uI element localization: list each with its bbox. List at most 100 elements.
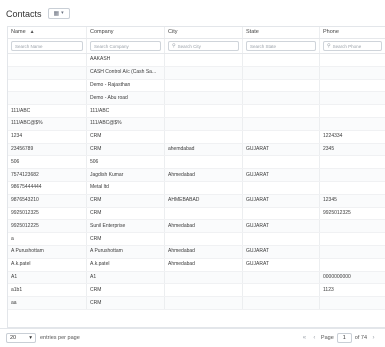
table-row[interactable]: a CRM	[8, 233, 385, 246]
table-cell	[8, 79, 87, 92]
table-cell: 111/ABC@$%	[87, 117, 165, 130]
search-name-input[interactable]: Search Name	[11, 41, 83, 51]
table-cell: CRM	[87, 143, 165, 156]
table-cell	[243, 79, 320, 92]
table-cell: aa	[8, 297, 87, 309]
table-row[interactable]: 111/ABC 111/ABC	[8, 105, 385, 118]
table-row[interactable]: Demo - Abu road	[8, 92, 385, 106]
previous-page-button[interactable]: ‹	[311, 333, 318, 343]
page-label: Page	[320, 335, 334, 341]
table-cell: A.k.patel	[8, 258, 87, 271]
table-cell: GUJARAT	[243, 169, 320, 181]
page-number-input[interactable]: 1	[336, 333, 352, 343]
table-cell	[165, 233, 243, 245]
table-cell: 2345	[320, 144, 385, 156]
table-cell	[320, 220, 385, 232]
table-row[interactable]: 7574123682 Jagdish Kumar Ahmedabad GUJARAT	[8, 169, 385, 182]
table-cell: CRM	[87, 297, 165, 309]
table-cell	[320, 259, 385, 271]
column-header-state[interactable]: State	[243, 27, 320, 38]
table-row[interactable]: aa CRM	[8, 297, 385, 310]
column-header-city[interactable]: City	[165, 27, 243, 38]
table-cell: 23456789	[8, 143, 87, 156]
table-cell	[165, 105, 243, 117]
column-header-name[interactable]: Name ▲	[8, 27, 87, 38]
search-icon: ⚲	[327, 42, 331, 49]
table-header-row: Name ▲ Company City State Phone	[8, 27, 385, 39]
table-row[interactable]: 23456789 CRM ahemdabad GUJARAT 2345	[8, 143, 385, 157]
table-cell: GUJARAT	[243, 143, 320, 156]
header: Contacts ▦ ▾	[6, 8, 70, 19]
table-row[interactable]: CASH Control A/c (Cash Sa...	[8, 66, 385, 80]
page-title: Contacts	[6, 8, 42, 19]
table-row[interactable]: 9876543210 CRM AHMEBABAD GUJARAT 12345	[8, 194, 385, 208]
search-phone-input[interactable]: ⚲ Search Phone	[323, 41, 382, 51]
table-cell	[320, 156, 385, 168]
first-page-button[interactable]: «	[301, 333, 308, 343]
search-company-input[interactable]: Search Company	[90, 41, 161, 51]
table-cell: A Purushottam	[87, 245, 165, 258]
table-row[interactable]: AAKASH	[8, 54, 385, 67]
table-cell	[320, 246, 385, 258]
table-row[interactable]: A.k.patel A.k.patel Ahmedabad GUJARAT	[8, 258, 385, 272]
table-body: AAKASH CASH Control A/c (Cash Sa... Demo -…	[8, 54, 385, 310]
table-cell	[165, 66, 243, 79]
table-cell	[8, 92, 87, 105]
table-cell: 9876543210	[8, 194, 87, 207]
column-header-company[interactable]: Company	[87, 27, 165, 38]
table-cell: 1224334	[320, 131, 385, 143]
table-cell	[243, 117, 320, 130]
table-cell	[243, 66, 320, 79]
table-cell	[320, 118, 385, 130]
table-cell: 1234	[8, 130, 87, 143]
filter-row: Search Name Search Company ⚲ Search City …	[8, 39, 385, 54]
table-cell	[320, 233, 385, 245]
table-cell	[165, 207, 243, 220]
contacts-table: Name ▲ Company City State Phone Search N…	[7, 26, 385, 328]
table-row[interactable]: 111/ABC@$% 111/ABC@$%	[8, 117, 385, 131]
search-city-input[interactable]: ⚲ Search City	[168, 41, 239, 51]
table-cell: GUJARAT	[243, 258, 320, 271]
table-cell	[8, 54, 87, 66]
table-cell	[8, 66, 87, 79]
table-cell	[320, 67, 385, 79]
table-cell	[165, 130, 243, 143]
table-row[interactable]: 9925012325 CRM 9925012325	[8, 207, 385, 221]
view-toggle-button[interactable]: ▦ ▾	[47, 8, 70, 19]
table-cell	[243, 156, 320, 169]
table-cell: CRM	[87, 194, 165, 207]
table-cell	[243, 284, 320, 297]
table-cell	[243, 181, 320, 194]
search-icon: ⚲	[172, 42, 176, 49]
table-cell: ahemdabad	[165, 143, 243, 156]
table-row[interactable]: 1234 CRM 1224334	[8, 130, 385, 144]
table-cell: Metal ltd	[87, 181, 165, 194]
table-cell	[243, 207, 320, 220]
table-cell: Sunil Enterprise	[87, 220, 165, 233]
table-row[interactable]: a1b1 CRM 1123	[8, 284, 385, 298]
table-cell	[165, 79, 243, 92]
table-cell: Ahmedabad	[165, 169, 243, 181]
table-row[interactable]: 98675444444 Metal ltd	[8, 181, 385, 195]
table-cell	[243, 105, 320, 117]
page-total-label: of 74	[354, 335, 367, 341]
table-cell	[320, 169, 385, 181]
table-cell: 9925012325	[8, 207, 87, 220]
next-page-button[interactable]: ›	[370, 333, 377, 343]
sort-ascending-icon[interactable]: ▲	[30, 30, 35, 35]
table-cell: Ahmedabad	[165, 245, 243, 258]
column-header-phone[interactable]: Phone	[320, 27, 385, 38]
table-cell: A.k.patel	[87, 258, 165, 271]
table-row[interactable]: Demo - Rajasthan	[8, 79, 385, 93]
table-row[interactable]: A Purushottam A Purushottam Ahmedabad GUJAR…	[8, 245, 385, 259]
table-cell	[165, 271, 243, 284]
table-cell: Ahmedabad	[165, 258, 243, 271]
table-row[interactable]: 506 506	[8, 156, 385, 170]
table-cell: 111/ABC	[8, 105, 87, 117]
page-size-select[interactable]: 20 ▾	[6, 333, 36, 343]
table-row[interactable]: A1 A1 0000000000	[8, 271, 385, 285]
table-cell	[165, 117, 243, 130]
pagination-bar: 20 ▾ entries per page « ‹ Page 1 of 74 ›	[0, 328, 385, 347]
search-state-input[interactable]: Search State	[246, 41, 316, 51]
table-row[interactable]: 9925012225 Sunil Enterprise Ahmedabad GUJAR…	[8, 220, 385, 234]
